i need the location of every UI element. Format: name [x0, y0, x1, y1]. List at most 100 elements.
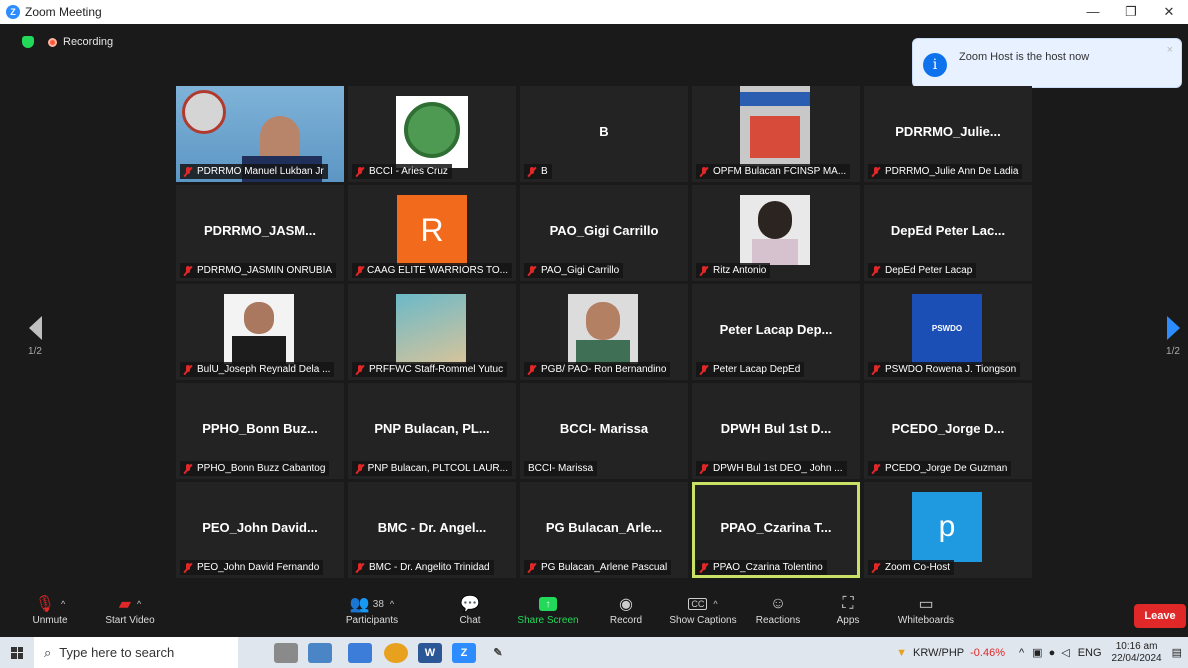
record-button[interactable]: ◉ Record — [604, 593, 648, 626]
minimize-button[interactable]: — — [1074, 0, 1112, 24]
apps-button[interactable]: ⛶ Apps — [832, 593, 864, 626]
participant-tile[interactable]: PDRRMO_Julie... PDRRMO_Julie Ann De Ladia — [864, 86, 1032, 182]
show-captions-label: Show Captions — [669, 615, 737, 626]
taskbar-search[interactable]: ⌕ Type here to search — [34, 637, 238, 668]
participant-name-label: PNP Bulacan, PLTCOL LAUR... — [352, 461, 512, 476]
participant-tile[interactable]: PDRRMO_JASM... PDRRMO_JASMIN ONRUBIA — [176, 185, 344, 281]
participant-tile[interactable]: BMC - Dr. Angel... BMC - Dr. Angelito Tri… — [348, 482, 516, 578]
notifications-icon[interactable]: ▤ — [1172, 646, 1182, 659]
clock-time: 10:16 am — [1115, 640, 1158, 652]
page-indicator-right: 1/2 — [1166, 346, 1180, 357]
participant-tile[interactable]: DepEd Peter Lac... DepEd Peter Lacap — [864, 185, 1032, 281]
whiteboards-button[interactable]: ▭ Whiteboards — [894, 593, 958, 626]
tray-overflow-icon[interactable]: ^ — [1019, 647, 1024, 659]
participant-tile[interactable]: Ritz Antonio — [692, 185, 860, 281]
chat-button[interactable]: 💬 Chat — [452, 593, 488, 626]
show-captions-button[interactable]: CC ^ Show Captions — [666, 593, 740, 626]
participant-name: PAO_Gigi Carrillo — [541, 265, 620, 276]
currency-pair[interactable]: KRW/PHP — [913, 647, 964, 659]
video-off-icon: ▰ — [118, 596, 132, 613]
apps-icon: ⛶ — [842, 595, 854, 612]
zoom-taskbar-icon[interactable]: Z — [452, 642, 476, 663]
title-bar: Z Zoom Meeting — ❐ ✕ — [0, 0, 1188, 24]
participant-tile[interactable]: PEO_John David... PEO_John David Fernando — [176, 482, 344, 578]
muted-mic-icon — [528, 265, 536, 276]
muted-mic-icon — [700, 166, 708, 177]
encryption-shield-icon[interactable] — [22, 36, 34, 48]
participant-tile[interactable]: BulU_Joseph Reynald Dela ... — [176, 284, 344, 380]
volume-icon[interactable]: ◁ — [1061, 646, 1069, 659]
participant-tile[interactable]: PAO_Gigi Carrillo PAO_Gigi Carrillo — [520, 185, 688, 281]
maps-app-icon[interactable] — [308, 642, 332, 663]
folder-app-icon[interactable] — [348, 642, 372, 663]
muted-mic-icon — [528, 166, 536, 177]
participant-tile[interactable]: BB — [520, 86, 688, 182]
network-icon[interactable]: ▣ — [1032, 646, 1042, 659]
muted-mic-icon — [184, 463, 192, 474]
participant-tile[interactable]: PDRRMO Manuel Lukban Jr — [176, 86, 344, 182]
close-button[interactable]: ✕ — [1150, 0, 1188, 24]
muted-mic-icon — [700, 562, 708, 573]
muted-mic-icon — [872, 364, 880, 375]
chrome-icon[interactable] — [384, 642, 408, 663]
participant-tile[interactable]: BCCI- Marissa BCCI- Marissa — [520, 383, 688, 479]
info-icon: i — [923, 53, 947, 77]
maximize-button[interactable]: ❐ — [1112, 0, 1150, 24]
participant-tile[interactable]: PPHO_Bonn Buz... PPHO_Bonn Buzz Cabantog — [176, 383, 344, 479]
start-video-button[interactable]: ▰ ^ Start Video — [100, 593, 160, 626]
participant-tile[interactable]: Peter Lacap Dep... Peter Lacap DepEd — [692, 284, 860, 380]
participants-icon: 👥 — [349, 596, 370, 613]
paint-app-icon[interactable]: ✎ — [486, 643, 510, 663]
participant-name-label: DepEd Peter Lacap — [868, 263, 977, 278]
muted-mic-icon — [872, 265, 880, 276]
leave-button[interactable]: Leave — [1134, 604, 1186, 628]
participant-name-label: PPHO_Bonn Buzz Cabantog — [180, 461, 330, 476]
participant-tile[interactable]: p Zoom Co-Host — [864, 482, 1032, 578]
recording-label[interactable]: Recording — [63, 36, 113, 48]
participant-name: PSWDO Rowena J. Tiongson — [885, 364, 1017, 375]
participant-name-label: CAAG ELITE WARRIORS TO... — [352, 263, 512, 278]
participant-tile[interactable]: OPFM Bulacan FCINSP MA... — [692, 86, 860, 182]
mic-tray-icon[interactable]: ● — [1049, 647, 1056, 659]
word-icon[interactable]: W — [418, 642, 442, 663]
participant-name: PG Bulacan_Arlene Pascual — [541, 562, 668, 573]
chevron-up-icon[interactable]: ^ — [390, 599, 394, 609]
pswdo-logo: PSWDO — [931, 324, 963, 333]
participants-button[interactable]: 👥 38 ^ Participants — [342, 593, 402, 626]
participant-name-label: B — [524, 164, 552, 179]
participant-name-label: PDRRMO_JASMIN ONRUBIA — [180, 263, 337, 278]
start-button[interactable] — [0, 646, 34, 659]
share-screen-button[interactable]: ↑ Share Screen — [516, 593, 580, 626]
participant-tile[interactable]: PRFFWC Staff-Rommel Yutuc — [348, 284, 516, 380]
language-indicator[interactable]: ENG — [1078, 647, 1102, 659]
participant-tile[interactable]: BCCI - Aries Cruz — [348, 86, 516, 182]
reactions-label: Reactions — [755, 615, 801, 626]
participant-tile[interactable]: DPWH Bul 1st D... DPWH Bul 1st DEO_ John … — [692, 383, 860, 479]
participant-tile[interactable]: PCEDO_Jorge D... PCEDO_Jorge De Guzman — [864, 383, 1032, 479]
chevron-up-icon[interactable]: ^ — [137, 599, 141, 609]
participant-tile[interactable]: PPAO_Czarina T... PPAO_Czarina Tolentino — [692, 482, 860, 578]
participant-tile[interactable]: PNP Bulacan, PL... PNP Bulacan, PLTCOL LA… — [348, 383, 516, 479]
notification-close-button[interactable]: × — [1167, 44, 1173, 56]
muted-mic-icon — [184, 562, 192, 573]
chevron-up-icon[interactable]: ^ — [713, 599, 717, 609]
participant-display-name: PNP Bulacan, PL... — [374, 421, 490, 436]
participant-tile[interactable]: PGB/ PAO- Ron Bernandino — [520, 284, 688, 380]
participant-tile[interactable]: PG Bulacan_Arle... PG Bulacan_Arlene Pasc… — [520, 482, 688, 578]
participant-name: PEO_John David Fernando — [197, 562, 320, 573]
reactions-button[interactable]: ☺ Reactions — [754, 593, 802, 626]
chevron-up-icon[interactable]: ^ — [61, 599, 65, 609]
chevron-left-icon — [28, 316, 42, 340]
participant-tile[interactable]: R CAAG ELITE WARRIORS TO... — [348, 185, 516, 281]
file-explorer-icon[interactable] — [274, 642, 298, 663]
whiteboard-icon: ▭ — [918, 596, 934, 613]
next-page-button[interactable]: 1/2 — [1158, 316, 1188, 357]
unmute-button[interactable]: 🎙 ^ Unmute — [28, 593, 72, 626]
participant-tile[interactable]: PSWDO PSWDO Rowena J. Tiongson — [864, 284, 1032, 380]
participant-name: Zoom Co-Host — [885, 562, 951, 573]
page-indicator-left: 1/2 — [28, 346, 42, 357]
clock[interactable]: 10:16 am 22/04/2024 — [1112, 641, 1162, 665]
previous-page-button[interactable]: 1/2 — [20, 316, 50, 357]
avatar: R — [397, 195, 467, 265]
participant-name-label: PRFFWC Staff-Rommel Yutuc — [352, 362, 508, 377]
